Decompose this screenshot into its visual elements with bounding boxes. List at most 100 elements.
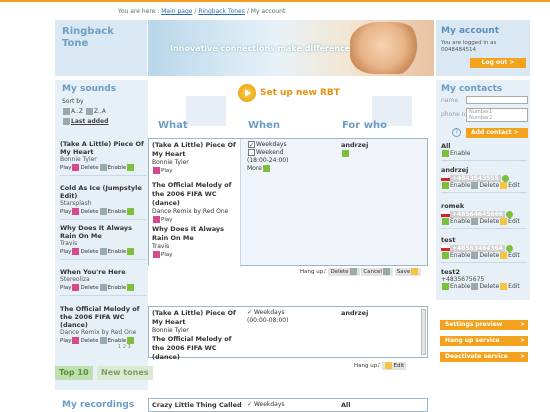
edit-label[interactable]: Edit <box>508 283 520 290</box>
delete-button[interactable]: Delete <box>328 268 360 276</box>
enable-label[interactable]: Enable <box>450 283 470 290</box>
play-button[interactable]: Play <box>60 165 71 171</box>
delete-label[interactable]: Delete <box>479 283 499 290</box>
add-icon[interactable] <box>342 150 349 157</box>
edit-icon[interactable] <box>500 283 508 290</box>
edit-icon[interactable] <box>500 182 508 189</box>
name-input[interactable] <box>466 96 528 104</box>
phone-input[interactable]: Number1 Number2 <box>466 108 528 122</box>
delete-icon[interactable] <box>471 252 479 259</box>
hangup-note-icon[interactable]: ♪ <box>377 363 381 369</box>
edit-label[interactable]: Edit <box>508 182 520 189</box>
delete-button[interactable]: Delete <box>80 249 98 255</box>
delete-icon[interactable] <box>99 284 107 291</box>
help-icon[interactable]: ? <box>452 128 461 137</box>
enable-icon[interactable] <box>127 248 135 255</box>
setup-rbt-button[interactable]: Set up new RBT <box>260 88 340 98</box>
play-button[interactable]: Play <box>60 285 71 291</box>
enable-icon[interactable] <box>442 218 449 225</box>
enable-label[interactable]: Enable <box>450 218 470 225</box>
phone-icon[interactable] <box>505 210 513 218</box>
phone-icon[interactable] <box>501 174 509 182</box>
tab-new-tones[interactable]: New tones <box>97 366 153 380</box>
delete-button[interactable]: Delete <box>80 165 98 171</box>
delete-button[interactable]: Delete <box>80 209 98 215</box>
delete-label[interactable]: Delete <box>479 252 499 259</box>
who-name: andrzej <box>341 141 369 149</box>
enable-button[interactable]: Enable <box>108 209 127 215</box>
enable-icon[interactable] <box>442 283 449 290</box>
enable-button[interactable]: Enable <box>108 285 127 291</box>
delete-icon[interactable] <box>99 208 107 215</box>
delete-icon[interactable] <box>99 337 107 344</box>
enable-icon[interactable] <box>127 208 135 215</box>
enable-button[interactable]: Enable <box>108 165 127 171</box>
sort-za-icon[interactable] <box>85 108 93 115</box>
enable-icon[interactable] <box>127 164 135 171</box>
play-icon[interactable] <box>72 248 80 255</box>
rbt-play-button[interactable]: Play <box>152 167 238 175</box>
rbt-play-button[interactable]: Play <box>152 216 238 224</box>
edit-label[interactable]: Edit <box>508 252 520 259</box>
weekdays-option[interactable]: ✓ Weekdays <box>247 141 288 149</box>
delete-icon[interactable] <box>471 283 479 290</box>
delete-icon[interactable] <box>99 164 107 171</box>
sort-last-added[interactable]: Last added <box>62 118 108 125</box>
edit-icon[interactable] <box>500 252 508 259</box>
enable-label[interactable]: Enable <box>450 182 470 189</box>
sound-title: The Official Melody of the 2006 FIFA WC … <box>60 305 140 329</box>
breadcrumb-home-link[interactable]: Main page <box>161 8 192 15</box>
play-icon[interactable] <box>72 164 80 171</box>
play-icon[interactable] <box>72 337 80 344</box>
play-icon[interactable] <box>72 208 80 215</box>
play-button[interactable]: Play <box>60 209 71 215</box>
delete-icon[interactable] <box>471 182 479 189</box>
more-button[interactable]: More <box>247 165 288 173</box>
enable-button[interactable]: Enable <box>441 150 527 157</box>
enable-button[interactable]: Enable <box>108 249 127 255</box>
sort-az-icon[interactable] <box>63 108 70 115</box>
checkbox-checked-icon[interactable]: ✓ <box>248 141 255 149</box>
contact-name: test <box>441 236 456 244</box>
weekend-option[interactable]: Weekend <box>247 149 288 157</box>
delete-icon[interactable] <box>99 248 107 255</box>
logout-button[interactable]: Log out > <box>470 58 526 68</box>
cancel-button[interactable]: Cancel <box>361 268 393 276</box>
sort-az[interactable]: A..Z <box>71 108 83 115</box>
hangup-note-icon[interactable]: ♪ <box>323 269 327 275</box>
delete-button[interactable]: Delete <box>80 285 98 291</box>
scrollbar[interactable] <box>421 309 426 355</box>
play-icon[interactable] <box>72 284 80 291</box>
add-contact-button[interactable]: Add contact > <box>466 128 528 138</box>
settings-preview-button[interactable]: Settings preview > <box>440 320 528 330</box>
save-button[interactable]: Save <box>394 268 422 276</box>
tab-top10[interactable]: Top 10 <box>55 366 93 380</box>
play-button[interactable]: Play <box>60 249 71 255</box>
hangup-service-button[interactable]: Hang up service > <box>440 336 528 346</box>
delete-icon[interactable] <box>471 218 479 225</box>
enable-label[interactable]: Enable <box>450 252 470 259</box>
breadcrumb-section-link[interactable]: Ringback Tones <box>198 8 245 15</box>
play-button[interactable]: Play <box>60 338 71 344</box>
sound-title: Why Does It Always Rain On Me <box>60 224 133 240</box>
edit-button[interactable]: Edit <box>382 362 407 370</box>
edit-label[interactable]: Edit <box>508 218 520 225</box>
play-circle-icon[interactable] <box>238 84 256 102</box>
delete-label[interactable]: Delete <box>479 182 499 189</box>
enable-icon[interactable] <box>127 284 135 291</box>
phone-icon[interactable] <box>505 244 513 252</box>
checkbox-icon[interactable] <box>248 149 255 156</box>
enable-icon[interactable] <box>127 337 135 344</box>
rbt-play-button[interactable]: Play <box>152 251 238 259</box>
delete-button[interactable]: Delete <box>80 338 98 344</box>
enable-icon[interactable] <box>442 182 449 189</box>
sort-za[interactable]: Z..A <box>94 108 106 115</box>
deactivate-service-button[interactable]: Deactivate service > <box>440 352 528 362</box>
contact-actions: Enable Delete Edit <box>441 218 527 225</box>
delete-label[interactable]: Delete <box>479 218 499 225</box>
save-icon <box>411 268 419 275</box>
edit-icon[interactable] <box>500 218 508 225</box>
pagination[interactable]: 1 2 3 <box>118 344 131 350</box>
breadcrumb-prefix: You are here : <box>118 8 160 15</box>
enable-icon[interactable] <box>442 252 449 259</box>
